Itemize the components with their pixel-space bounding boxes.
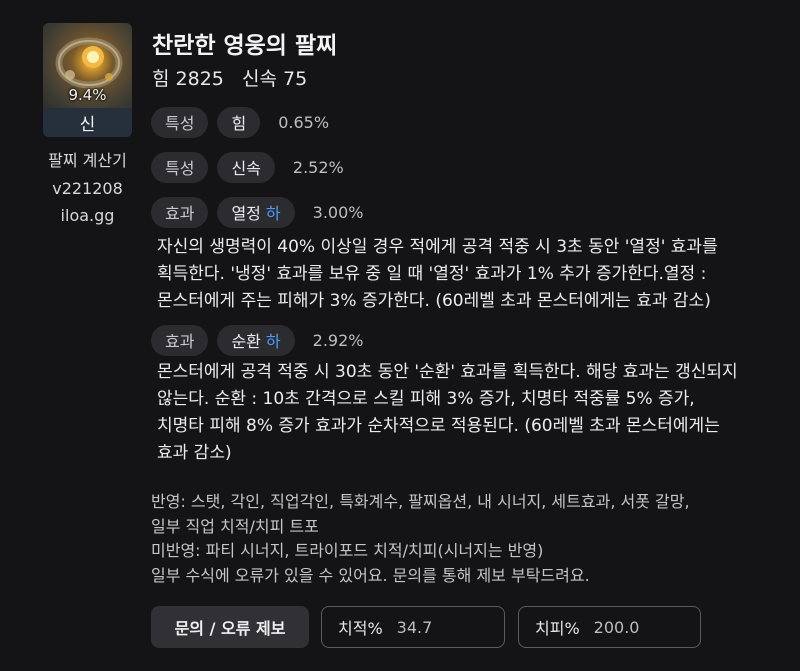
- crit-damage-value[interactable]: 200.0: [594, 618, 640, 637]
- option-type-pill: 효과: [151, 196, 209, 228]
- option-grade: 하: [265, 332, 281, 351]
- report-button[interactable]: 문의 / 오류 제보: [151, 606, 309, 648]
- item-icon: 9.4% 신: [43, 23, 132, 137]
- option-name-pill: 신속: [217, 151, 275, 183]
- note-line: 반영: 스탯, 각인, 직업각인, 특화계수, 팔찌옵션, 내 시너지, 세트효…: [151, 492, 690, 511]
- description-line: 않는다. 순환 : 10초 간격으로 스킬 피해 3% 증가, 치명타 적중률 …: [157, 389, 695, 409]
- calculator-version: v221208: [52, 179, 123, 198]
- notes: 반영: 스탯, 각인, 직업각인, 특화계수, 팔찌옵션, 내 시너지, 세트효…: [151, 490, 781, 588]
- option-value: 2.92%: [312, 330, 364, 350]
- option-name-pill: 순환 하: [217, 324, 295, 356]
- option-name-pill: 열정 하: [217, 196, 295, 228]
- crit-damage-label: 치피%: [535, 619, 580, 638]
- calculator-name: 팔찌 계산기: [48, 151, 127, 170]
- description-line: 몬스터에게 공격 적중 시 30초 동안 '순환' 효과를 획득한다. 해당 효…: [157, 362, 738, 382]
- description-line: 자신의 생명력이 40% 이상일 경우 적에게 공격 적중 시 3초 동안 '열…: [157, 237, 718, 257]
- crit-damage-field[interactable]: 치피% 200.0: [518, 606, 701, 648]
- option-description: 몬스터에게 공격 적중 시 30초 동안 '순환' 효과를 획득한다. 해당 효…: [157, 359, 777, 467]
- option-grade: 하: [265, 204, 281, 223]
- note-line: 미반영: 파티 시너지, 트라이포드 치적/치피(시너지는 반영): [151, 541, 544, 560]
- description-line: 획득한다. '냉정' 효과를 보유 중 일 때 '열정' 효과가 1% 추가 증…: [157, 264, 707, 284]
- option-row: 효과 순환 하 2.92%: [151, 324, 363, 356]
- site-name: iloa.gg: [60, 206, 115, 225]
- option-name: 열정: [231, 204, 261, 223]
- description-line: 효과 감소): [157, 443, 232, 463]
- option-name: 순환: [231, 332, 261, 351]
- item-stats: 힘 2825 신속 75: [152, 68, 308, 90]
- description-line: 치명타 피해 8% 증가 효과가 순차적으로 적용된다. (60레벨 초과 몬스…: [157, 416, 720, 436]
- option-description: 자신의 생명력이 40% 이상일 경우 적에게 공격 적중 시 3초 동안 '열…: [157, 234, 777, 315]
- option-type-pill: 효과: [151, 324, 209, 356]
- option-name-pill: 힘: [217, 106, 261, 138]
- crit-rate-value[interactable]: 34.7: [397, 618, 433, 637]
- description-line: 몬스터에게 주는 피해가 3% 증가한다. (60레벨 초과 몬스터에게는 효과…: [157, 291, 711, 311]
- crit-rate-field[interactable]: 치적% 34.7: [321, 606, 505, 648]
- option-value: 3.00%: [312, 202, 364, 222]
- option-type-pill: 특성: [151, 106, 209, 138]
- option-value: 0.65%: [278, 112, 330, 132]
- quality-percent: 9.4%: [68, 86, 107, 104]
- crit-rate-label: 치적%: [338, 619, 383, 638]
- grade-badge: 신: [43, 108, 132, 137]
- note-line: 일부 수식에 오류가 있을 수 있어요. 문의를 통해 제보 부탁드려요.: [151, 565, 590, 585]
- option-row: 효과 열정 하 3.00%: [151, 196, 363, 228]
- note-line: 일부 직업 치적/치피 트포: [151, 516, 319, 536]
- option-value: 2.52%: [292, 157, 344, 177]
- option-row: 특성 신속 2.52%: [151, 151, 344, 183]
- option-type-pill: 특성: [151, 151, 209, 183]
- item-name: 찬란한 영웅의 팔찌: [152, 33, 338, 59]
- option-row: 특성 힘 0.65%: [151, 106, 329, 138]
